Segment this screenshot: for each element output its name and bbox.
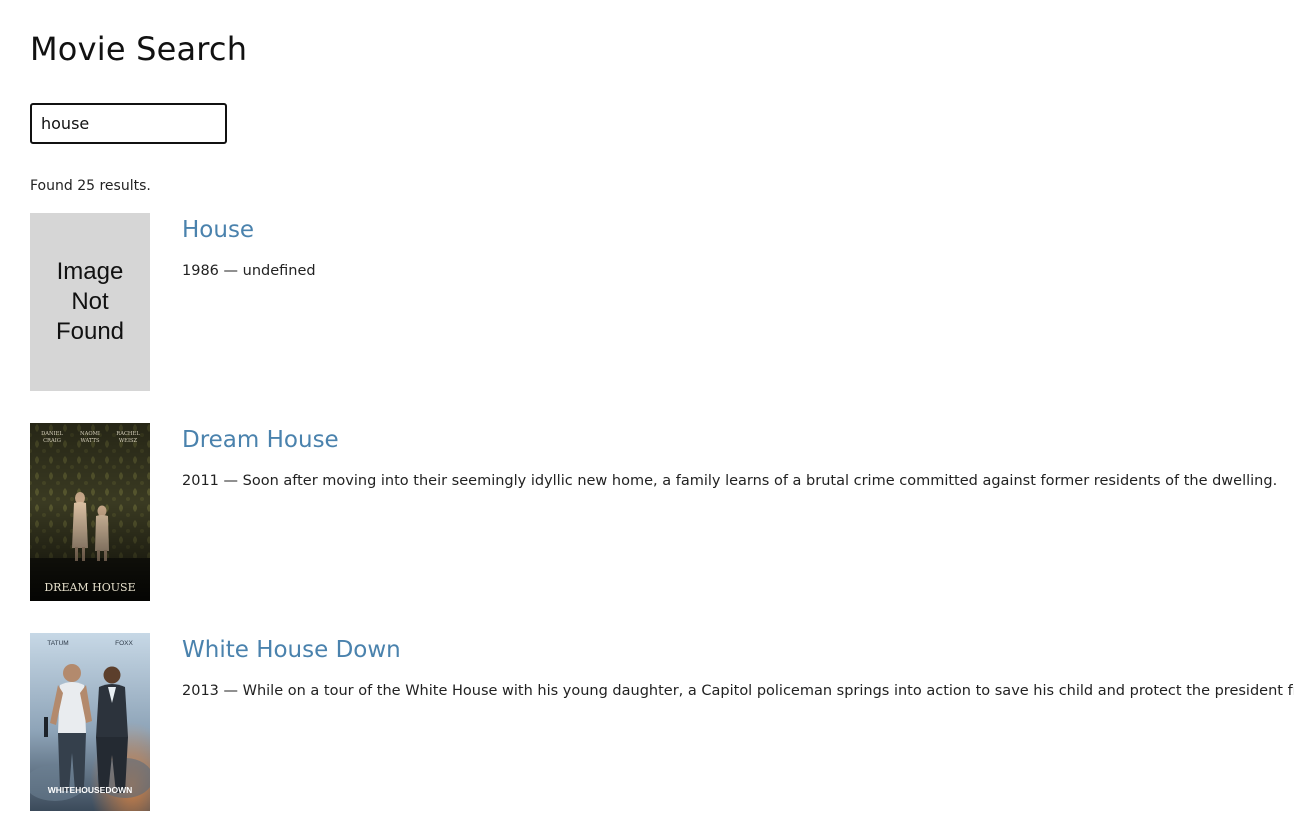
- poster-credit: WEISZ: [119, 438, 138, 444]
- movie-search-page: Movie Search Found 25 results. Image Not…: [0, 0, 1294, 834]
- movie-year: 2011: [182, 473, 219, 489]
- movie-year: 1986: [182, 263, 219, 279]
- poster-credit: CRAIG: [43, 438, 61, 444]
- movie-overview: While on a tour of the White House with …: [242, 683, 1294, 699]
- movie-title-link[interactable]: House: [182, 217, 254, 243]
- movie-poster[interactable]: DANIEL CRAIG NAOMI WATTS RACHEL WEISZ DREAM H…: [30, 423, 150, 601]
- search-input[interactable]: [30, 103, 227, 144]
- results-list: Image Not Found House 1986 — undefined D…: [30, 213, 1294, 834]
- poster-caption: WHITEHOUSEDOWN: [48, 785, 133, 795]
- list-item: Image Not Found House 1986 — undefined: [30, 213, 1294, 423]
- movie-meta: 2013 — While on a tour of the White Hous…: [182, 683, 1294, 699]
- poster-credit: RACHEL: [116, 431, 140, 437]
- movie-title-link[interactable]: White House Down: [182, 637, 401, 663]
- movie-title-link[interactable]: Dream House: [182, 427, 339, 453]
- poster-credit: NAOMI: [80, 431, 100, 437]
- poster-credit: DANIEL: [41, 431, 63, 437]
- results-count: Found 25 results.: [30, 178, 151, 194]
- poster-credit: FOXX: [115, 640, 133, 647]
- poster-placeholder: Image Not Found: [30, 213, 150, 391]
- page-title: Movie Search: [30, 30, 248, 68]
- list-item: DANIEL CRAIG NAOMI WATTS RACHEL WEISZ DREAM H…: [30, 423, 1294, 633]
- poster-art: DANIELCRAIG NAOMIWATTS RACHELWEISZ DREAM H…: [30, 423, 150, 601]
- meta-separator: —: [223, 473, 239, 489]
- movie-overview: undefined: [242, 263, 316, 279]
- poster-credit: TATUM: [47, 640, 68, 647]
- list-item: TATUM FOXX WHITEHOUSEDOWN White House Do…: [30, 633, 1294, 834]
- meta-separator: —: [223, 263, 239, 279]
- movie-meta: 1986 — undefined: [182, 263, 316, 279]
- poster-credit: WATTS: [80, 438, 100, 444]
- poster-caption: DREAM HOUSE: [44, 581, 135, 594]
- movie-overview: Soon after moving into their seemingly i…: [242, 473, 1278, 489]
- poster-credits: DANIELCRAIG NAOMIWATTS RACHELWEISZ: [41, 431, 140, 444]
- meta-separator: —: [223, 683, 239, 699]
- movie-poster[interactable]: TATUM FOXX WHITEHOUSEDOWN: [30, 633, 150, 811]
- movie-meta: 2011 — Soon after moving into their seem…: [182, 473, 1277, 489]
- movie-year: 2013: [182, 683, 219, 699]
- poster-art: TATUM FOXX WHITEHOUSEDOWN: [30, 633, 150, 811]
